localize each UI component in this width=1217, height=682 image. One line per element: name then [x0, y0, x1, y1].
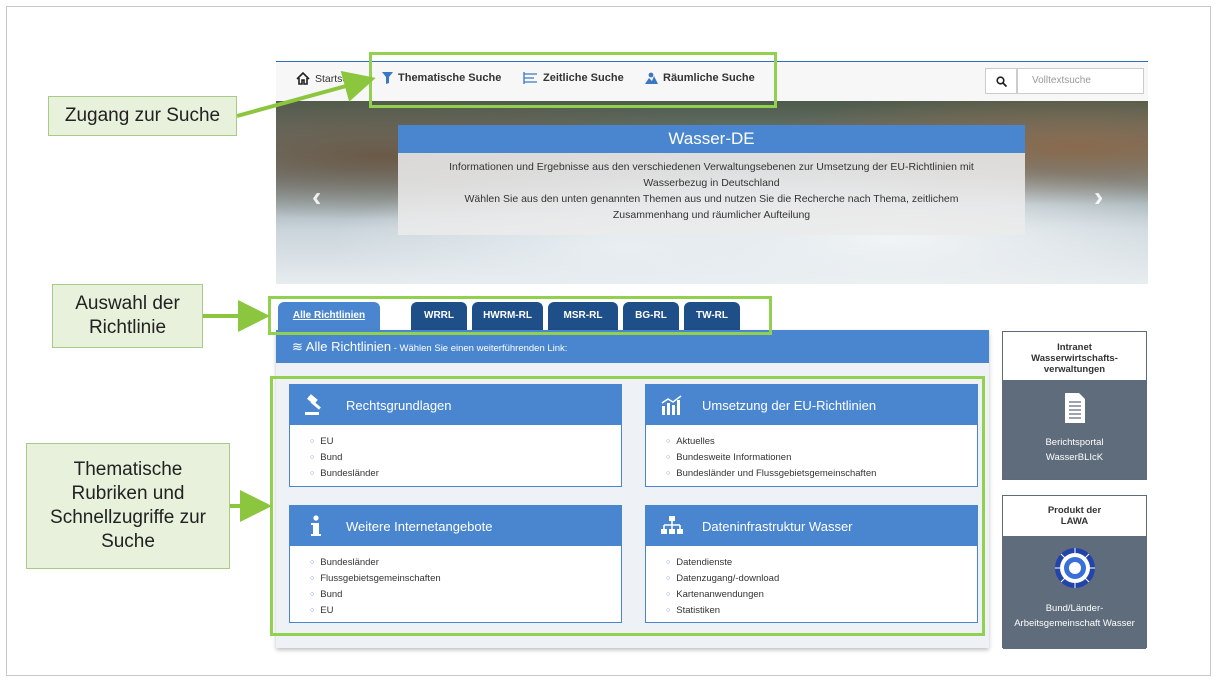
- annotation-text: Schnellzugriffe zur: [50, 507, 206, 528]
- annotation-thematic-sections: Thematische Rubriken und Schnellzugriffe…: [26, 443, 230, 569]
- annotation-text: Rubriken und: [71, 483, 185, 504]
- annotation-text: Thematische: [73, 459, 183, 480]
- annotation-text: Zugang zur Suche: [64, 105, 221, 126]
- annotation-text: Auswahl der: [75, 293, 180, 314]
- annotation-directive-selection: Auswahl der Richtlinie: [52, 284, 203, 348]
- annotation-search-access: Zugang zur Suche: [48, 96, 237, 136]
- annotation-text: Suche: [101, 531, 155, 552]
- arrow-to-search: [236, 70, 376, 118]
- annotation-text: Richtlinie: [88, 317, 167, 338]
